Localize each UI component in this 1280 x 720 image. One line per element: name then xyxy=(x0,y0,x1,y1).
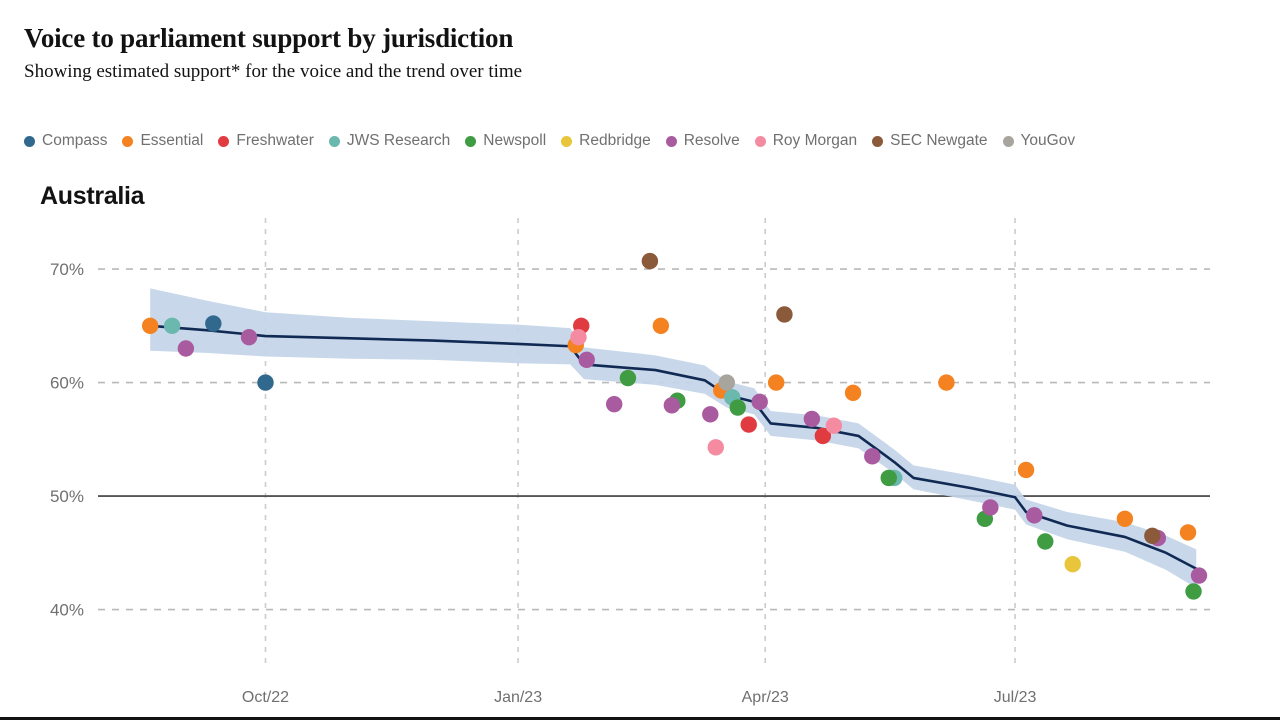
series-redbridge xyxy=(1064,555,1081,573)
data-point[interactable] xyxy=(1116,510,1134,527)
data-point[interactable] xyxy=(205,315,222,332)
data-point[interactable] xyxy=(1179,524,1197,541)
y-axis-tick-label: 40% xyxy=(50,601,84,620)
y-axis-tick-label: 70% xyxy=(50,260,84,279)
chart-page: Voice to parliament support by jurisdict… xyxy=(0,0,1280,720)
data-point[interactable] xyxy=(938,374,955,391)
x-axis-tick-label: Apr/23 xyxy=(742,689,789,706)
data-point[interactable] xyxy=(718,374,735,391)
data-point[interactable] xyxy=(570,328,587,346)
data-point[interactable] xyxy=(641,252,659,270)
data-point[interactable] xyxy=(740,416,757,433)
data-point[interactable] xyxy=(844,384,862,401)
x-axis-tick-label: Jul/23 xyxy=(994,689,1037,706)
data-point[interactable] xyxy=(1144,527,1161,545)
x-axis-tick-label: Oct/22 xyxy=(242,689,289,706)
data-point[interactable] xyxy=(1026,507,1043,524)
plot-area: 40% 50% 60% 70% Oct/22 Jan/23 Apr/23 Jul/23 xyxy=(0,0,1280,720)
chart-svg: 40% 50% 60% 70% Oct/22 Jan/23 Apr/23 Jul/23 xyxy=(50,218,1210,706)
data-point[interactable] xyxy=(864,448,881,465)
data-point[interactable] xyxy=(1185,583,1202,600)
y-axis-tick-label: 50% xyxy=(50,487,84,506)
data-point[interactable] xyxy=(1064,555,1081,573)
data-point[interactable] xyxy=(729,399,746,416)
data-point[interactable] xyxy=(652,317,670,335)
data-point[interactable] xyxy=(751,393,768,411)
data-point[interactable] xyxy=(257,374,274,391)
y-axis-tick-label: 60% xyxy=(50,374,84,393)
data-point[interactable] xyxy=(1190,567,1208,584)
data-point[interactable] xyxy=(803,410,821,428)
data-point[interactable] xyxy=(177,340,195,357)
data-point[interactable] xyxy=(1017,461,1035,479)
x-axis-tick-label: Jan/23 xyxy=(494,689,542,706)
data-point[interactable] xyxy=(1037,533,1054,550)
data-point[interactable] xyxy=(825,417,843,434)
data-point[interactable] xyxy=(605,395,623,413)
data-point[interactable] xyxy=(141,317,159,335)
data-point[interactable] xyxy=(707,439,724,456)
data-point[interactable] xyxy=(663,397,681,414)
series-yougov xyxy=(718,374,735,391)
data-point[interactable] xyxy=(163,317,181,335)
data-point[interactable] xyxy=(982,499,999,516)
data-point[interactable] xyxy=(767,374,785,391)
data-point[interactable] xyxy=(578,351,595,369)
data-point[interactable] xyxy=(240,328,258,346)
data-point[interactable] xyxy=(702,406,719,423)
data-point[interactable] xyxy=(880,469,897,487)
data-point[interactable] xyxy=(776,306,793,323)
data-point[interactable] xyxy=(619,369,637,387)
